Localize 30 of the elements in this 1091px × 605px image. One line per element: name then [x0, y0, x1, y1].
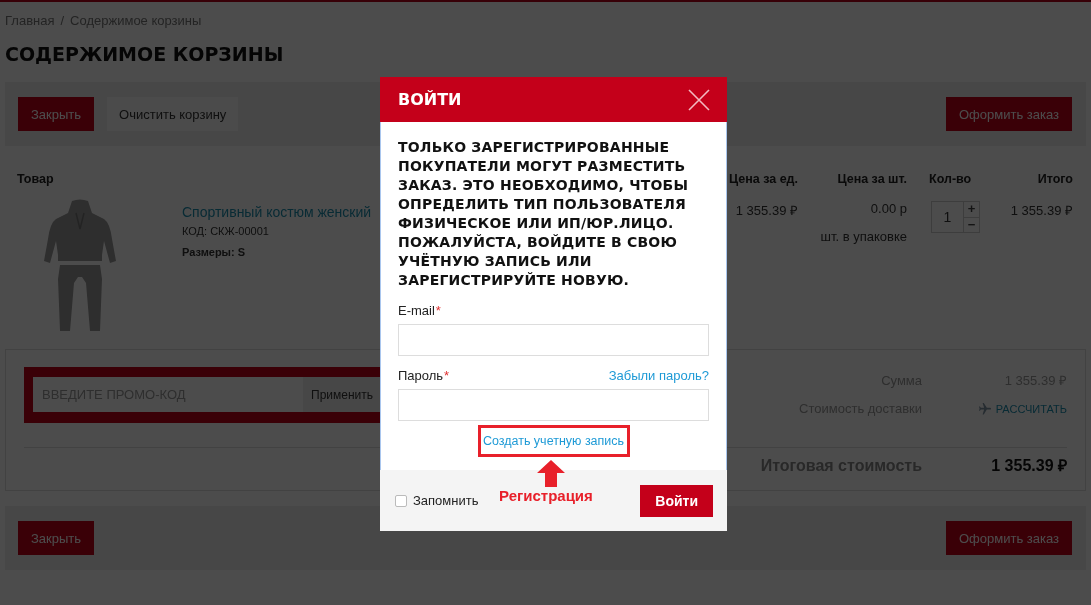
dialog-message: ТОЛЬКО ЗАРЕГИСТРИРОВАННЫЕ ПОКУПАТЕЛИ МОГУТ РАЗМЕСТИТЬ ЗАКАЗ. ЭТО НЕОБХОДИМО, ЧТОБЫ ОПРЕДЕЛИТЬ ТИП ПОЛЬЗОВАТЕЛЯ ФИЗИЧЕСКОЕ ИЛИ ИП/ЮР.ЛИЦО. ПОЖАЛУЙСТА, ВОЙДИТЕ В СВОЮ УЧЁТНУЮ ЗАПИСЬ ИЛИ ЗАРЕГИСТРИРУЙТЕ НОВУЮ.	[398, 138, 690, 290]
breadcrumb-separator: /	[60, 13, 65, 29]
product-sizes: Размеры: S	[182, 246, 247, 258]
piece-price: 0.00 р	[870, 201, 907, 216]
close-button[interactable]	[688, 88, 710, 111]
field-label: Пароль*	[398, 368, 450, 384]
field-label: E-mail*	[398, 303, 441, 319]
product-code: КОД: СКЖ-00001	[182, 225, 270, 237]
input-field[interactable]	[398, 324, 709, 356]
forgot-password-link[interactable]: Забыли пароль?	[608, 368, 709, 384]
input-field[interactable]	[398, 389, 709, 421]
remember-label: Запомнить	[413, 493, 479, 508]
column-header: Итого	[1037, 172, 1073, 186]
remember-checkbox[interactable]	[395, 494, 407, 507]
row-total: 1 355.39 ₽	[1010, 203, 1073, 218]
create-account-link[interactable]: Создать учетную запись	[482, 434, 625, 448]
close-icon	[688, 88, 710, 111]
column-header: Цена за ед.	[728, 172, 798, 186]
pack-note: шт. в упаковке	[820, 229, 907, 244]
unit-price: 1 355.39 ₽	[735, 203, 798, 218]
dialog-title: ВОЙТИ	[398, 90, 462, 109]
column-header: Кол-во	[929, 172, 972, 186]
page-title: СОДЕРЖИМОЕ КОРЗИНЫ	[5, 42, 285, 67]
product-link[interactable]: Спортивный костюм женский	[182, 203, 372, 221]
login-button[interactable]: Войти	[640, 484, 713, 517]
column-header: Цена за шт.	[837, 172, 907, 186]
annotation-label: Регистрация	[499, 487, 593, 504]
column-header: Товар	[17, 172, 54, 186]
up-arrow-icon	[537, 460, 565, 487]
grand-total-value: 1 355.39 ₽	[991, 457, 1067, 474]
